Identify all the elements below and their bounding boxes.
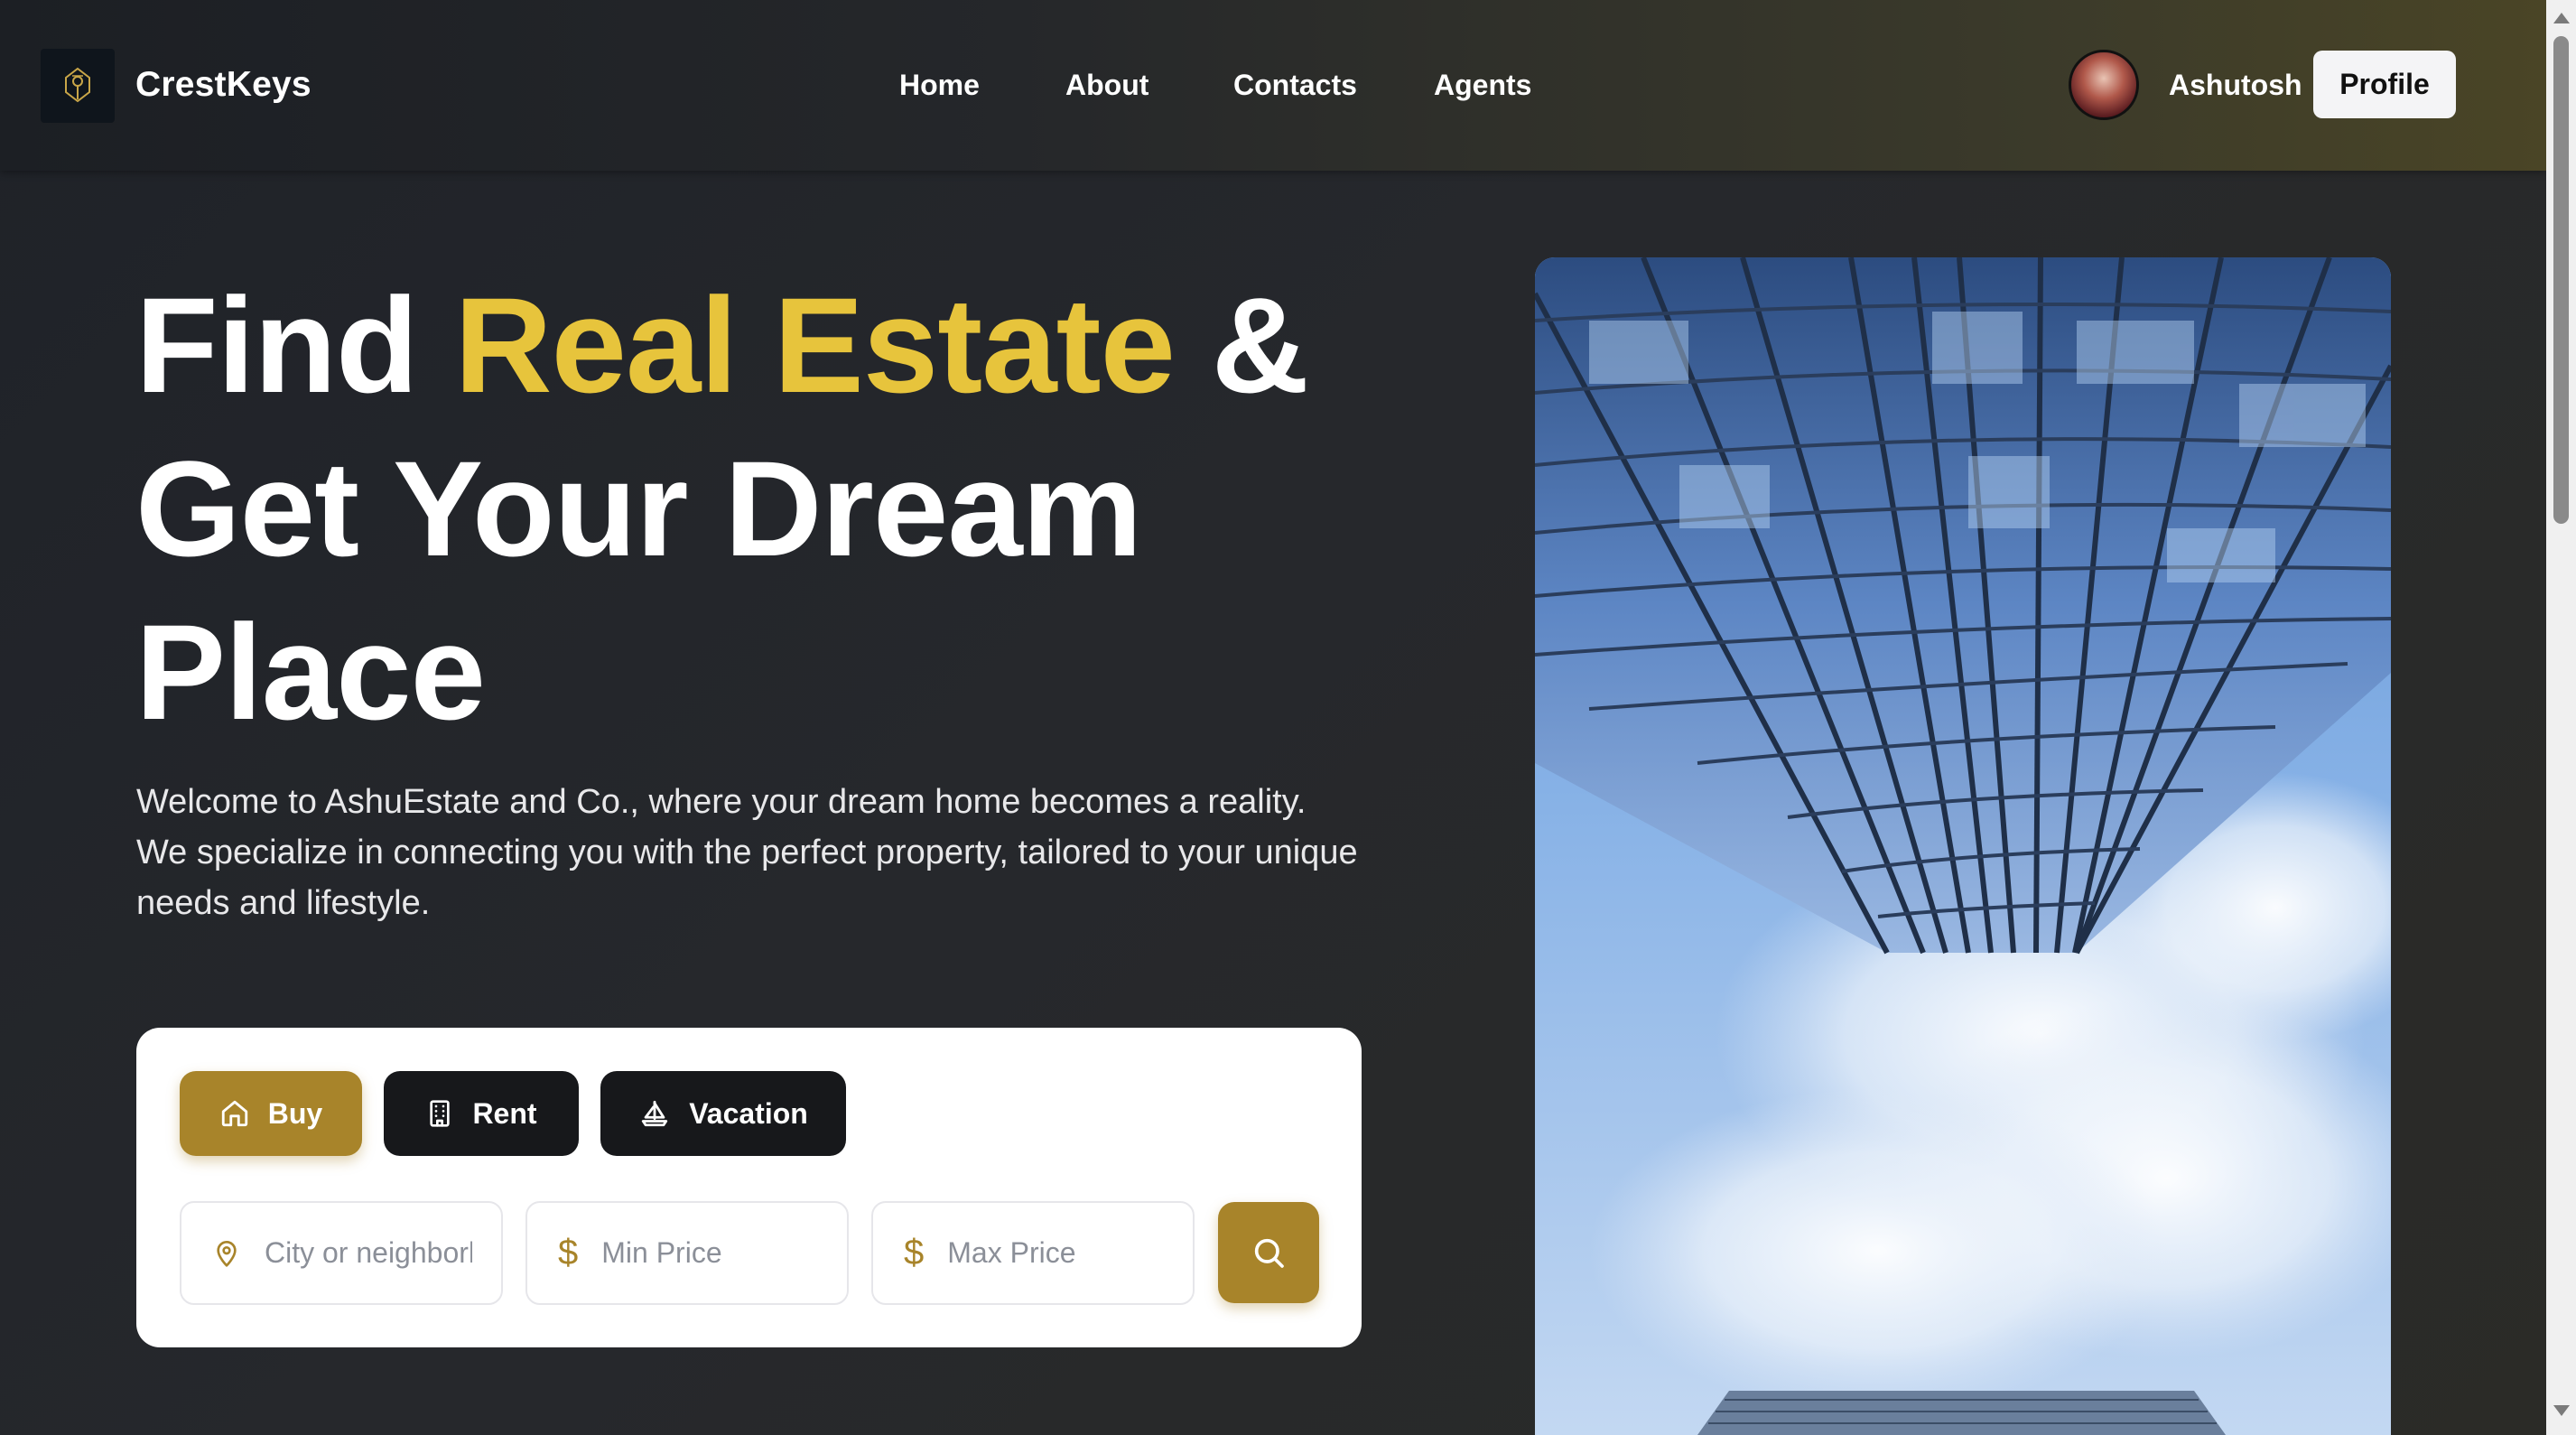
- tab-buy-label: Buy: [267, 1096, 323, 1130]
- scroll-down-icon[interactable]: [2553, 1405, 2570, 1416]
- location-input[interactable]: [265, 1236, 472, 1270]
- dollar-icon: $: [558, 1233, 579, 1272]
- home-icon: [221, 1100, 247, 1127]
- nav-link-about[interactable]: About: [1065, 69, 1149, 102]
- user-name: Ashutosh: [2169, 69, 2302, 101]
- sailboat-icon: [642, 1100, 668, 1127]
- max-price-input[interactable]: [947, 1236, 1156, 1270]
- max-price-field[interactable]: $: [871, 1201, 1195, 1305]
- hero-intro: Welcome to AshuEstate and Co., where you…: [136, 783, 1358, 922]
- navbar: CrestKeys Home About Contacts Agents Ash…: [0, 0, 2546, 171]
- nav-link-contacts[interactable]: Contacts: [1233, 69, 1357, 102]
- scrollbar[interactable]: [2546, 0, 2576, 1435]
- hero-headline: Find Real Estate & Get Your Dream Place: [135, 264, 1400, 754]
- search-button[interactable]: [1218, 1202, 1319, 1303]
- location-field[interactable]: [180, 1201, 503, 1305]
- nav-link-home[interactable]: Home: [899, 69, 980, 102]
- min-price-input[interactable]: [601, 1236, 810, 1270]
- map-pin-icon: [217, 1240, 237, 1267]
- tab-rent[interactable]: Rent: [384, 1071, 579, 1156]
- brand-name[interactable]: CrestKeys: [135, 65, 312, 105]
- min-price-field[interactable]: $: [525, 1201, 849, 1305]
- headline-accent: Real Estate: [454, 269, 1176, 421]
- headline-part-1: Find: [135, 269, 455, 421]
- avatar[interactable]: [2069, 50, 2139, 120]
- tab-buy[interactable]: Buy: [180, 1071, 362, 1156]
- dollar-icon: $: [904, 1233, 925, 1272]
- scroll-thumb[interactable]: [2553, 36, 2569, 524]
- search-card: Buy Rent Vacation City or neighborhood $…: [136, 1028, 1362, 1347]
- search-icon: [1254, 1238, 1284, 1268]
- page: CrestKeys Home About Contacts Agents Ash…: [0, 0, 2546, 1435]
- tab-vacation[interactable]: Vacation: [600, 1071, 846, 1156]
- tab-rent-label: Rent: [472, 1096, 537, 1130]
- profile-button[interactable]: Profile: [2313, 51, 2456, 118]
- logo-icon[interactable]: [41, 49, 115, 123]
- hero-image: [1535, 257, 2391, 1435]
- scroll-up-icon[interactable]: [2553, 13, 2570, 23]
- nav-link-agents[interactable]: Agents: [1434, 69, 1531, 102]
- tab-vacation-label: Vacation: [689, 1096, 808, 1130]
- building-icon: [430, 1100, 451, 1127]
